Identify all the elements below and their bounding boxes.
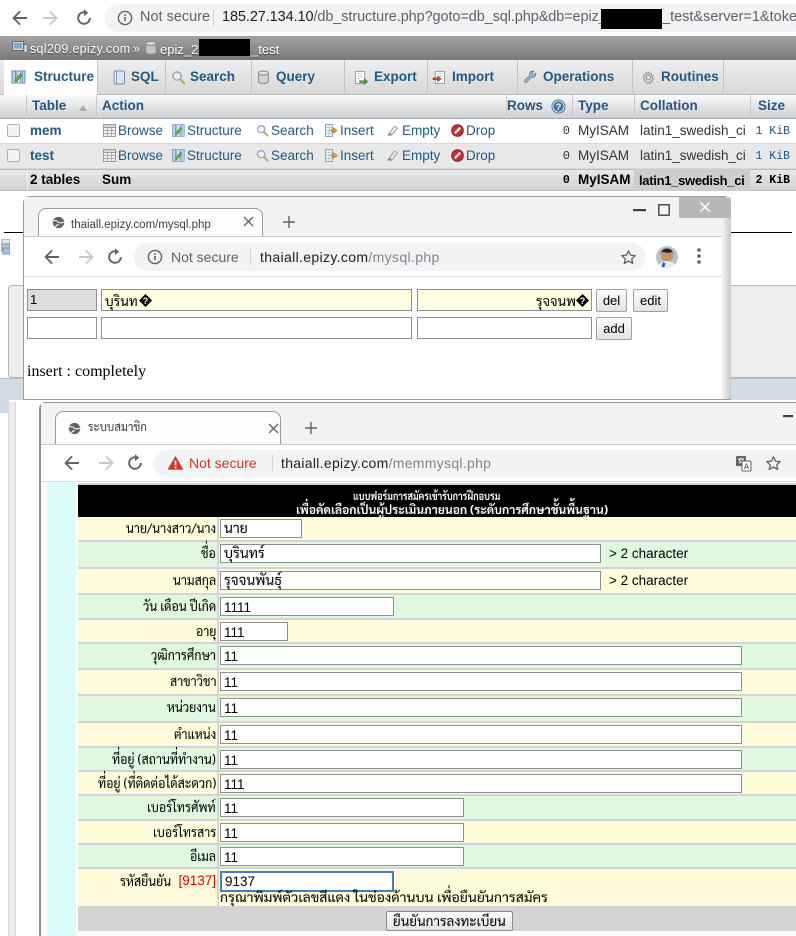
svg-text:?: ?	[142, 296, 148, 306]
svg-text:?: ?	[580, 296, 586, 306]
svg-text:?: ?	[556, 102, 562, 113]
